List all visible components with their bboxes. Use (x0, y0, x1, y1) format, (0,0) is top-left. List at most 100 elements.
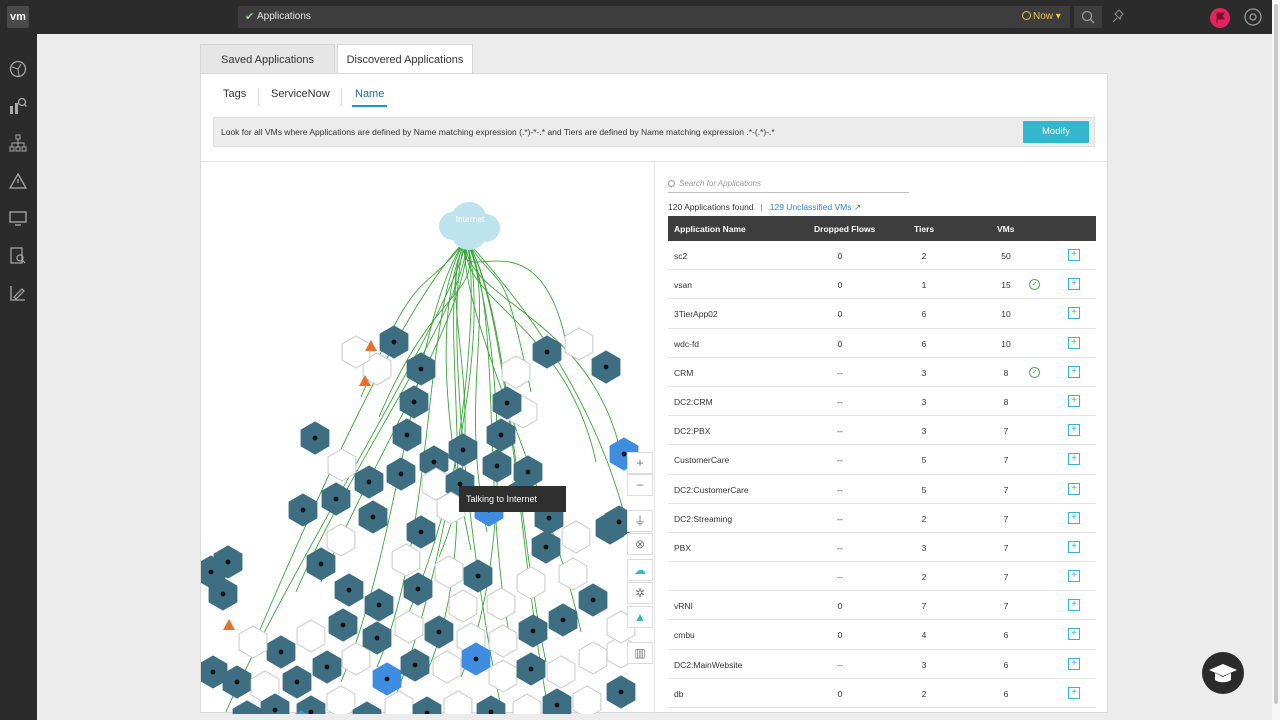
application-name[interactable]: 3TierApp02 (674, 309, 718, 319)
application-name[interactable]: cmbu (674, 630, 695, 640)
empty-tier-node[interactable] (326, 523, 356, 557)
application-name[interactable]: CustomerCare (674, 455, 729, 465)
empty-tier-node[interactable] (564, 327, 594, 361)
column-dropped-flows[interactable]: Dropped Flows (814, 224, 875, 234)
empty-tier-node[interactable] (578, 641, 608, 675)
alerts-flag-icon[interactable] (1210, 8, 1230, 28)
topology-icon[interactable] (9, 134, 27, 152)
warning-icon[interactable] (8, 172, 28, 190)
table-row[interactable]: DC2:CRM -- 3 8 + (668, 387, 1096, 417)
table-row[interactable]: wdc-fd 0 6 10 + (668, 329, 1096, 358)
empty-tier-node[interactable] (434, 555, 464, 589)
empty-tier-node[interactable] (391, 543, 421, 577)
analytics-search-icon[interactable] (9, 97, 27, 115)
zoom-in-icon[interactable]: + (627, 452, 653, 474)
table-row[interactable]: CRM -- 3 8 ✓ + (668, 358, 1096, 387)
table-row[interactable]: 3TierApp02 0 6 10 + (668, 299, 1096, 329)
external-link-icon[interactable]: ↗ (854, 202, 861, 212)
filter-icon[interactable]: ⏚ (627, 510, 653, 532)
empty-tier-node[interactable] (448, 589, 478, 623)
column-tiers[interactable]: Tiers (914, 224, 934, 234)
application-name[interactable]: vRNI (674, 601, 693, 611)
application-name[interactable]: vsan (674, 280, 692, 290)
table-row[interactable]: -- 2 7 + (668, 562, 1096, 592)
add-application-button[interactable]: + (1068, 336, 1080, 349)
application-name[interactable]: wdc-fd (674, 339, 699, 349)
application-name[interactable]: DC2:CRM (674, 397, 713, 407)
subtab-tags[interactable]: Tags (223, 88, 246, 100)
add-application-button[interactable]: + (1068, 453, 1080, 466)
plan-icon[interactable] (9, 284, 27, 302)
zoom-out-icon[interactable]: − (627, 474, 653, 496)
tab-discovered-applications[interactable]: Discovered Applications (337, 44, 473, 75)
empty-tier-node[interactable] (326, 685, 356, 714)
table-row[interactable]: vsan 0 1 15 ✓ + (668, 270, 1096, 300)
tab-saved-applications[interactable]: Saved Applications (200, 44, 335, 74)
dashboard-icon[interactable] (9, 60, 27, 78)
table-row[interactable]: db 0 2 6 + (668, 679, 1096, 708)
internet-cloud-icon[interactable]: ☁ (627, 559, 653, 581)
table-row[interactable]: CustomerCare -- 5 7 + (668, 445, 1096, 475)
page-scrollbar[interactable] (1272, 0, 1280, 720)
empty-tier-node[interactable] (546, 655, 576, 689)
table-row[interactable]: cmbu 0 4 6 + (668, 620, 1096, 650)
empty-tier-node[interactable] (561, 520, 591, 554)
pin-icon[interactable] (1106, 6, 1128, 28)
add-application-button[interactable]: + (1068, 657, 1080, 670)
search-icon[interactable] (1074, 6, 1102, 28)
application-name[interactable]: DC2:Streaming (674, 514, 732, 524)
add-application-button[interactable]: + (1068, 394, 1080, 407)
modify-button[interactable]: Modify (1023, 121, 1089, 143)
alert-triangle-icon[interactable]: ▲ (627, 606, 653, 628)
search-report-icon[interactable] (9, 247, 27, 265)
settings-gear-icon[interactable] (1243, 7, 1263, 27)
empty-tier-node[interactable] (558, 557, 588, 591)
add-application-button[interactable]: + (1068, 511, 1080, 524)
add-application-button[interactable]: + (1068, 599, 1080, 612)
application-name[interactable]: PBX (674, 543, 691, 553)
empty-tier-node[interactable] (296, 619, 326, 653)
application-name[interactable]: sc2 (674, 251, 687, 261)
time-selector[interactable]: Now ▾ (1012, 6, 1070, 28)
table-row[interactable]: vRNI 0 7 7 + (668, 591, 1096, 621)
empty-tier-node[interactable] (512, 693, 542, 714)
empty-tier-node[interactable] (238, 625, 268, 659)
monitor-icon[interactable] (9, 209, 27, 227)
application-name[interactable]: DC2:PBX (674, 426, 710, 436)
application-search-input[interactable]: Search for Applications (668, 177, 909, 193)
warning-icon[interactable] (223, 619, 235, 630)
vmware-logo[interactable]: vm (7, 6, 29, 28)
add-application-button[interactable]: + (1068, 482, 1080, 495)
empty-tier-node[interactable] (384, 690, 414, 714)
clear-icon[interactable]: ⊗ (627, 533, 653, 555)
add-application-button[interactable]: + (1068, 424, 1080, 437)
empty-tier-node[interactable] (488, 624, 518, 658)
tier-node[interactable] (352, 701, 382, 714)
add-application-button[interactable]: + (1068, 278, 1080, 291)
application-name[interactable]: DC2:CustomerCare (674, 485, 749, 495)
application-name[interactable]: DC2:MainWebsite (674, 660, 742, 670)
empty-tier-node[interactable] (488, 659, 518, 693)
unclassified-vms-link[interactable]: 129 Unclassified VMs (770, 202, 852, 212)
empty-tier-node[interactable] (501, 355, 531, 389)
empty-tier-node[interactable] (432, 650, 462, 684)
application-name[interactable]: CRM (674, 368, 693, 378)
application-graph[interactable]: Internet + − ⏚ ⊗ ☁ ✲ ▲ ▥ (201, 161, 655, 714)
column-vms[interactable]: VMs (997, 224, 1014, 234)
subtab-servicenow[interactable]: ServiceNow (271, 88, 330, 100)
table-row[interactable]: sc2 0 2 50 + (668, 241, 1096, 271)
empty-tier-node[interactable] (572, 685, 602, 714)
application-name[interactable]: db (674, 689, 683, 699)
table-row[interactable]: DC2:PBX -- 3 7 + (668, 416, 1096, 446)
tier-node[interactable] (232, 700, 262, 714)
table-row[interactable]: DC2:Streaming -- 2 7 + (668, 504, 1096, 533)
column-application-name[interactable]: Application Name (674, 224, 746, 234)
add-application-button[interactable]: + (1068, 307, 1080, 320)
tier-node[interactable] (542, 688, 572, 714)
add-application-button[interactable]: + (1068, 365, 1080, 378)
empty-tier-node[interactable] (443, 690, 473, 714)
empty-tier-node[interactable] (516, 566, 546, 600)
scrollbar-thumb[interactable] (1274, 4, 1278, 704)
add-application-button[interactable]: + (1068, 540, 1080, 553)
map-icon[interactable]: ▥ (627, 642, 653, 664)
